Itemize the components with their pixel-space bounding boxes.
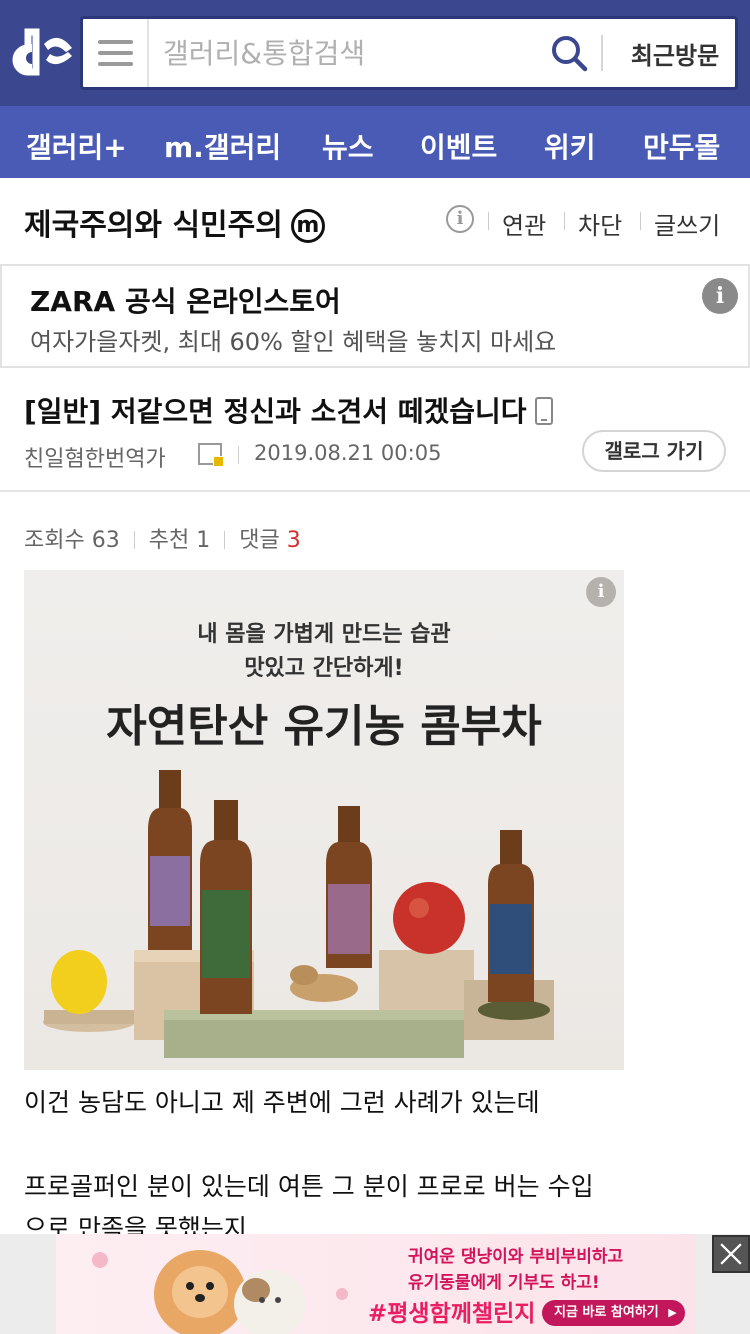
bottom-banner-content[interactable]: 귀여운 댕냥이와 부비부비하고 유기동물에게 기부도 하고! #평생함께챌린지 … (56, 1234, 696, 1334)
views-count: 63 (91, 528, 120, 553)
views-stat: 조회수 63 (24, 522, 120, 554)
divider (0, 490, 750, 492)
block-button[interactable]: 차단 (578, 206, 622, 241)
nav-mandu-mall[interactable]: 만두몰 (643, 126, 720, 166)
nav-event[interactable]: 이벤트 (420, 126, 497, 166)
gallery-title-text: 제국주의와 식민주의 (24, 208, 283, 243)
header: 최근방문 (0, 0, 750, 106)
comments-count: 3 (286, 528, 301, 553)
bottle (326, 806, 372, 968)
post-body-line: 이건 농담도 아니고 제 주변에 그런 사례가 있는데 (24, 1088, 540, 1117)
search-input[interactable] (163, 31, 543, 75)
dc-logo-icon[interactable] (10, 24, 76, 80)
bottle (488, 830, 534, 1002)
write-button[interactable]: 글쓰기 (654, 206, 720, 241)
recent-visits-button[interactable]: 최근방문 (613, 19, 737, 87)
banner-hashtag: #평생함께챌린지 (368, 1301, 536, 1327)
gallog-button[interactable]: 갤로그 가기 (582, 430, 726, 472)
banner-line-2: 유기동물에게 기부도 하고! (408, 1273, 600, 1293)
tool-separator (564, 212, 565, 230)
tool-separator (488, 212, 489, 230)
kombucha-image-ad[interactable]: i 내 몸을 가볍게 만드는 습관 맛있고 간단하게! 자연탄산 유기농 콤부차 (24, 570, 624, 1070)
mobile-icon (534, 397, 553, 425)
text-ad-title: ZARA 공식 온라인스토어 (30, 285, 341, 318)
post-date: 2019.08.21 00:05 (254, 441, 442, 465)
gallery-info-icon[interactable]: i (446, 205, 474, 233)
search-divider (601, 35, 603, 71)
ad-line-2: 맛있고 간단하게! (244, 656, 404, 681)
related-button[interactable]: 연관 (502, 206, 546, 241)
text-ad[interactable]: ZARA 공식 온라인스토어 여자가을자켓, 최대 60% 할인 혜택을 놓치지… (0, 264, 750, 368)
hamburger-icon[interactable] (83, 19, 149, 87)
views-label: 조회수 (24, 528, 85, 553)
comments-stat[interactable]: 댓글 3 (239, 522, 300, 554)
ad-info-icon[interactable]: i (702, 278, 738, 314)
post-title: [일반] 저같으면 정신과 소견서 떼겠습니다 (24, 390, 553, 430)
nav-wiki[interactable]: 위키 (544, 126, 596, 166)
post-author[interactable]: 친일혐한번역가 (24, 441, 166, 473)
tool-separator (640, 212, 641, 230)
post-title-text: [일반] 저같으면 정신과 소견서 떼겠습니다 (24, 395, 527, 428)
nav-gallery-plus[interactable]: 갤러리+ (26, 126, 127, 166)
search-box: 최근방문 (80, 16, 738, 90)
bottle (148, 770, 192, 950)
ad-headline: 자연탄산 유기농 콤부차 (106, 701, 542, 752)
post-body-line: 프로골퍼인 분이 있는데 여튼 그 분이 프로로 버는 수입 (24, 1172, 594, 1201)
minor-gallery-badge: m (290, 209, 325, 243)
bottle (200, 800, 252, 1014)
banner-cta-button[interactable]: 지금 바로 참여하기 (542, 1300, 685, 1326)
text-ad-description: 여자가을자켓, 최대 60% 할인 혜택을 놓치지 마세요 (30, 328, 557, 356)
kombucha-bottles-image (43, 770, 554, 1058)
bottom-banner-ad[interactable]: 귀여운 댕냥이와 부비부비하고 유기동물에게 기부도 하고! #평생함께챌린지 … (0, 1234, 750, 1334)
likes-count: 1 (196, 528, 211, 553)
ad-info-icon[interactable]: i (586, 577, 616, 607)
nav-news[interactable]: 뉴스 (322, 126, 374, 166)
ad-line-1: 내 몸을 가볍게 만드는 습관 (197, 622, 451, 647)
meta-separator (238, 446, 239, 464)
comments-label: 댓글 (239, 528, 280, 553)
dog-cat-image (92, 1250, 348, 1334)
nav-m-gallery[interactable]: m.갤러리 (164, 126, 281, 166)
gallery-title[interactable]: 제국주의와 식민주의 m (24, 200, 325, 244)
gallog-icon[interactable] (198, 443, 224, 467)
likes-stat: 추천 1 (149, 522, 210, 554)
banner-line-1: 귀여운 댕냥이와 부비부비하고 (408, 1247, 624, 1267)
main-nav: 갤러리+ m.갤러리 뉴스 이벤트 위키 만두몰 (0, 106, 750, 178)
search-icon[interactable] (549, 33, 589, 73)
likes-label: 추천 (148, 528, 190, 553)
close-icon[interactable] (712, 1235, 750, 1273)
post-stats: 조회수 63 추천 1 댓글 3 (24, 522, 301, 554)
